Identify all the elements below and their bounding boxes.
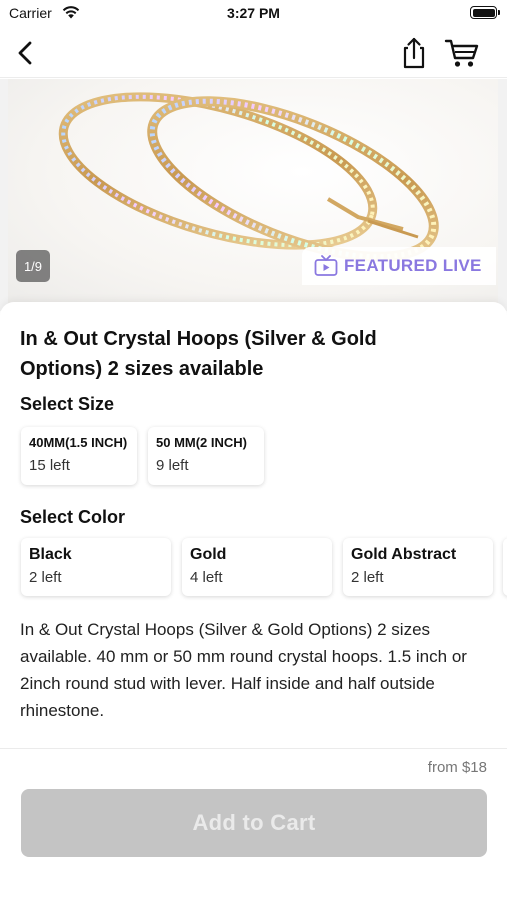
- color-option-name: Gold Abstract: [351, 546, 457, 563]
- price-label: from $18: [427, 759, 487, 776]
- cart-icon[interactable]: [444, 37, 480, 69]
- size-option[interactable]: 50 MM(2 INCH) 9 left: [148, 427, 264, 485]
- size-option-stock: 15 left: [29, 457, 70, 474]
- select-color-label: Select Color: [20, 507, 126, 527]
- color-option-name: Gold: [190, 546, 227, 563]
- status-time: 3:27 PM: [227, 5, 280, 21]
- product-image-gallery[interactable]: 1/9 FEATURED LIVE: [0, 79, 507, 311]
- featured-live-label: FEATURED LIVE: [344, 256, 482, 275]
- size-option-name: 50 MM(2 INCH): [156, 435, 248, 450]
- size-option-stock: 9 left: [156, 457, 189, 474]
- select-size-label: Select Size: [20, 394, 115, 414]
- color-option-stock: 2 left: [29, 569, 62, 586]
- purchase-footer: from $18 Add to Cart: [0, 748, 507, 900]
- product-description: In & Out Crystal Hoops (Silver & Gold Op…: [20, 620, 467, 720]
- color-option-stock: 4 left: [190, 569, 223, 586]
- color-option-stock: 2 left: [351, 569, 384, 586]
- color-option[interactable]: Gold Abstract 2 left: [343, 538, 493, 596]
- nav-bar: [0, 28, 507, 78]
- tv-icon: [314, 255, 338, 276]
- color-option[interactable]: Gold 4 left: [182, 538, 332, 596]
- product-title: In & Out Crystal Hoops (Silver & Gold Op…: [20, 328, 377, 380]
- share-icon[interactable]: [398, 36, 430, 70]
- featured-live-badge[interactable]: FEATURED LIVE: [302, 247, 496, 285]
- size-option-name: 40MM(1.5 INCH): [29, 435, 128, 450]
- status-bar: Carrier 3:27 PM: [0, 0, 507, 28]
- color-option[interactable]: Black 2 left: [21, 538, 171, 596]
- chevron-left-icon[interactable]: [12, 38, 38, 68]
- size-option[interactable]: 40MM(1.5 INCH) 15 left: [21, 427, 137, 485]
- add-to-cart-button[interactable]: Add to Cart: [21, 789, 487, 857]
- color-option-overflow[interactable]: [503, 538, 507, 596]
- product-details-card: In & Out Crystal Hoops (Silver & Gold Op…: [0, 302, 507, 750]
- color-option-name: Black: [29, 546, 72, 563]
- battery-icon: [470, 6, 500, 19]
- page-indicator: 1/9: [16, 250, 50, 282]
